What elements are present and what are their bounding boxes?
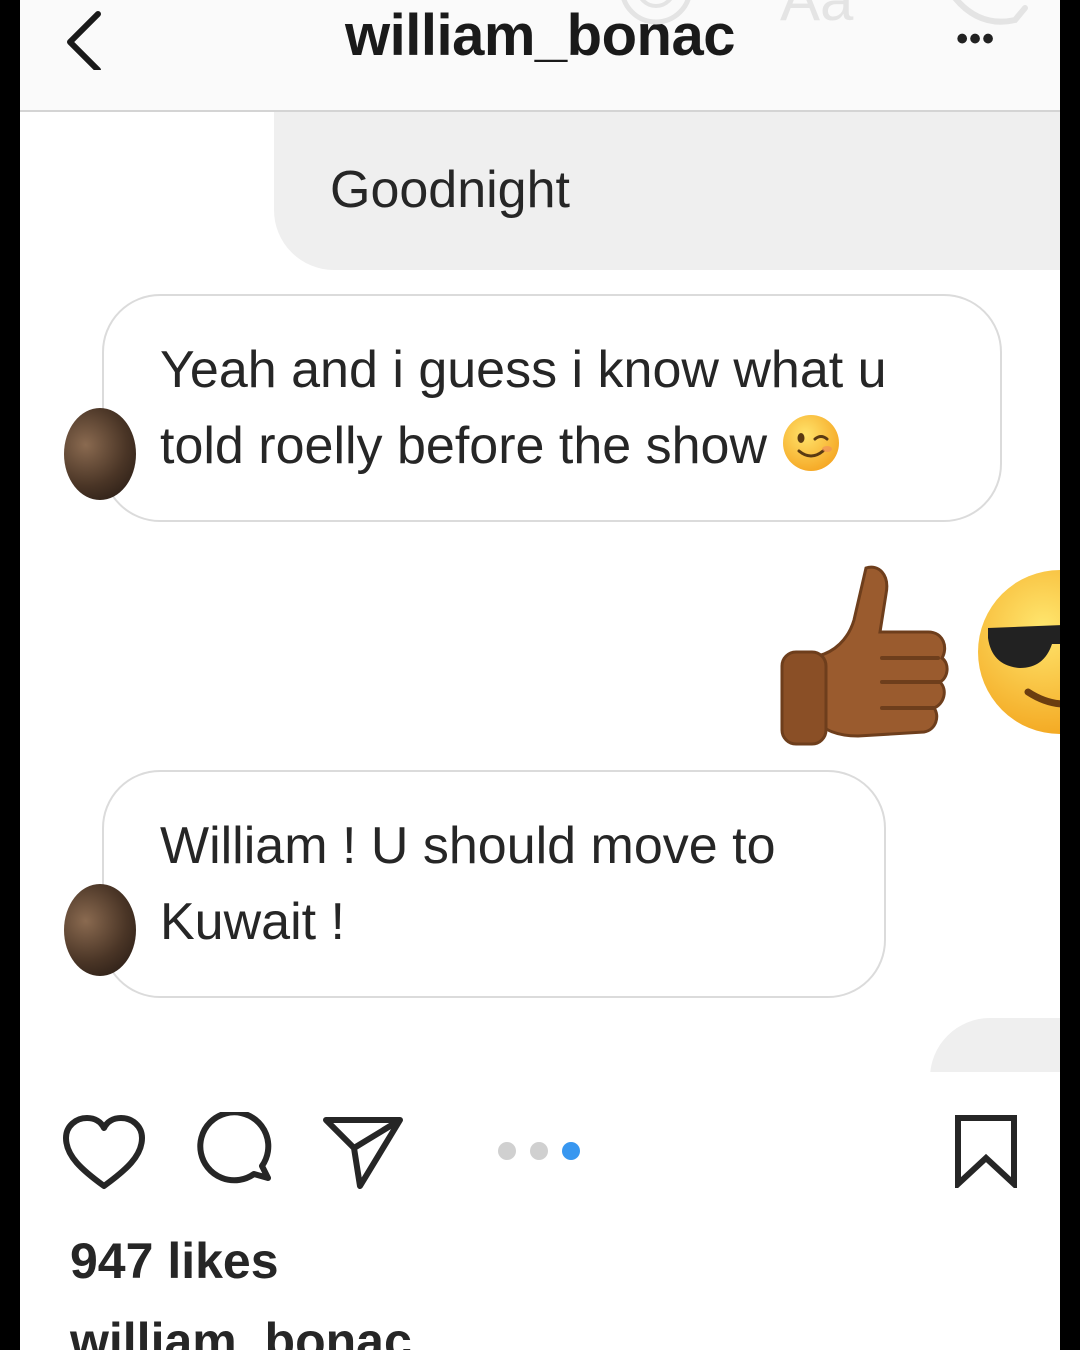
received-message-bubble: William ! U should move to Kuwait ! [64,770,886,998]
winking-face-emoji-icon [783,415,840,472]
instagram-post-frame: william_bonac Aa ••• Goodnight Yeah and … [20,0,1060,1350]
avatar [64,884,136,976]
message-text-content: Yeah and i guess i know what u told roel… [160,341,887,475]
message-text: William ! U should move to Kuwait ! [160,817,776,951]
carousel-dot [498,1142,516,1160]
carousel-indicator [498,1142,580,1160]
received-message-bubble: Yeah and i guess i know what u told roel… [64,294,1002,522]
svg-text:Aa: Aa [780,0,854,30]
caption-username[interactable]: william_bonac [70,1312,412,1350]
sent-message-bubble: Goodnight [274,112,1060,270]
carousel-dot-active [562,1142,580,1160]
thumbs-up-emoji-icon [780,565,949,746]
sunglasses-face-emoji-icon [978,570,1060,734]
comment-bubble-icon[interactable] [196,1112,274,1190]
heart-icon[interactable] [62,1114,146,1192]
sent-message-bubble-partial [930,1018,1060,1072]
bookmark-icon[interactable] [954,1114,1018,1188]
dm-header: william_bonac Aa ••• [20,0,1060,112]
more-options-button[interactable]: ••• [956,20,995,59]
likes-count[interactable]: 947 likes [70,1232,279,1290]
post-action-bar [20,1072,1060,1232]
carousel-dot [530,1142,548,1160]
chat-thread: Goodnight Yeah and i guess i know what u… [20,112,1060,1072]
paper-plane-icon[interactable] [322,1114,404,1190]
message-text: Goodnight [330,161,570,219]
avatar [64,408,136,500]
message-text: Yeah and i guess i know what u told roel… [160,332,887,484]
